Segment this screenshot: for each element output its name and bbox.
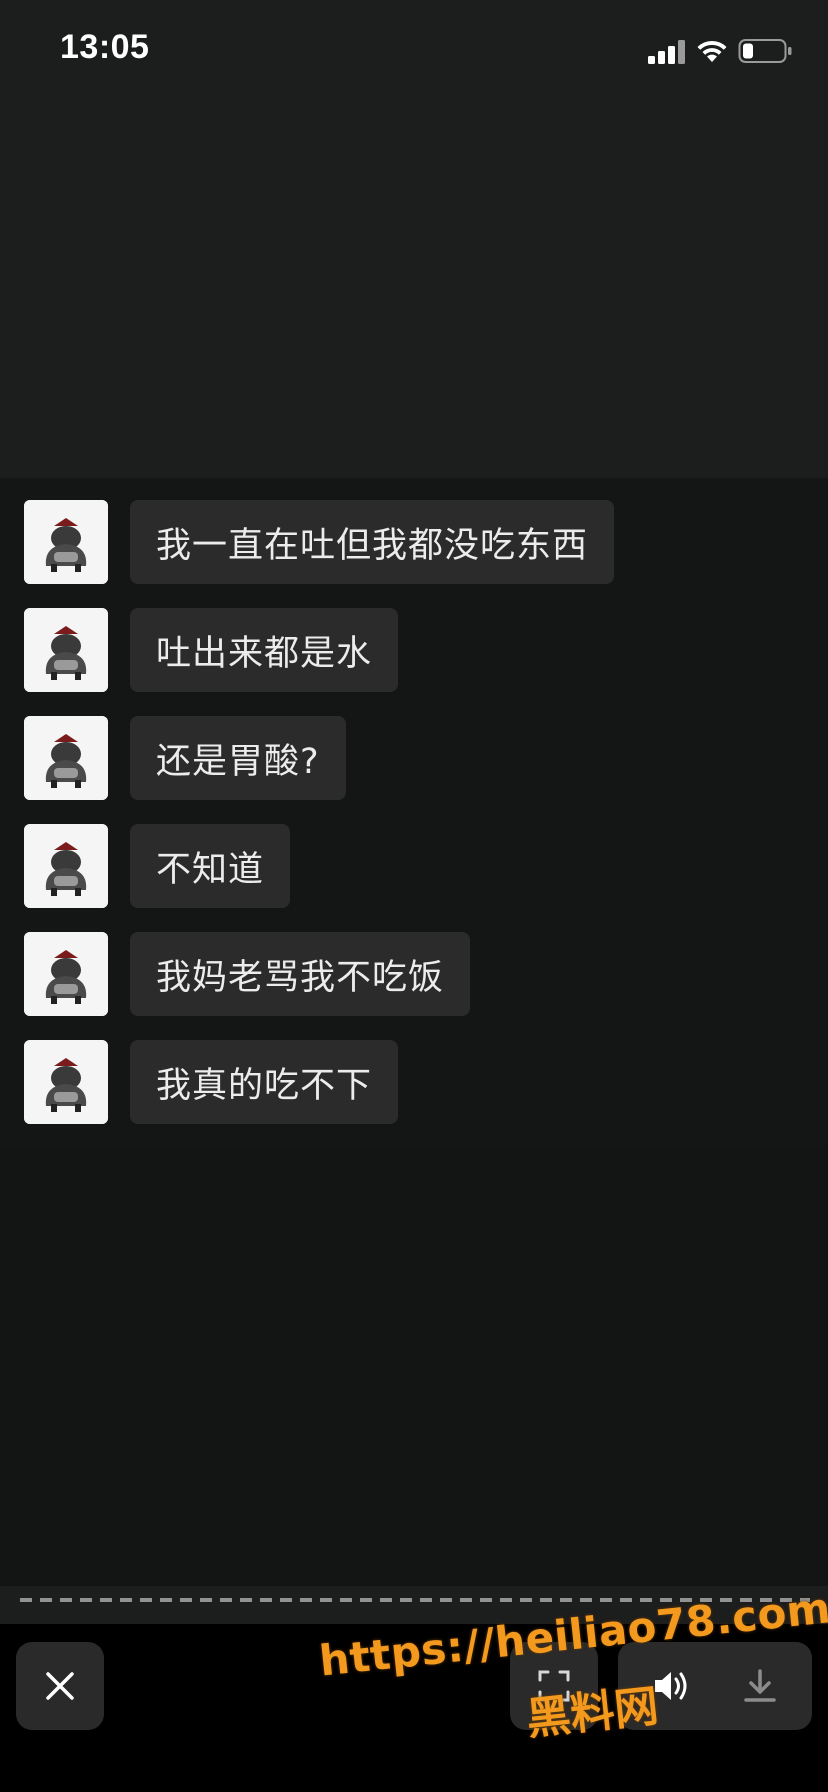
chat-message-row: 我真的吃不下	[24, 1040, 804, 1124]
avatar-image	[24, 500, 108, 584]
media-controls	[618, 1642, 812, 1730]
chat-screenshot: 我一直在吐但我都没吃东西 吐出来都是水 还是胃酸? 不知道 我妈老骂我不吃饭 我…	[0, 478, 828, 1146]
download-icon[interactable]	[740, 1666, 780, 1706]
volume-icon[interactable]	[652, 1668, 692, 1704]
message-bubble: 我妈老骂我不吃饭	[130, 932, 471, 1016]
bottom-toolbar	[0, 1624, 828, 1792]
chat-message-row: 吐出来都是水	[24, 608, 804, 692]
avatar-image	[24, 824, 108, 908]
status-bar: 13:05	[0, 0, 828, 100]
avatar	[24, 932, 108, 1016]
scan-icon	[538, 1670, 570, 1702]
video-bottom-area	[0, 1146, 828, 1586]
close-button[interactable]	[16, 1642, 104, 1730]
chat-message-row: 还是胃酸?	[24, 716, 804, 800]
chat-message-row: 我一直在吐但我都没吃东西	[24, 500, 804, 584]
message-bubble: 还是胃酸?	[130, 716, 346, 800]
chat-message-row: 不知道	[24, 824, 804, 908]
avatar-image	[24, 932, 108, 1016]
message-bubble: 不知道	[130, 824, 291, 908]
avatar	[24, 500, 108, 584]
message-bubble: 我一直在吐但我都没吃东西	[130, 500, 615, 584]
message-bubble: 吐出来都是水	[130, 608, 399, 692]
chat-message-row: 我妈老骂我不吃饭	[24, 932, 804, 1016]
avatar-image	[24, 1040, 108, 1124]
wifi-icon	[697, 40, 727, 62]
avatar-image	[24, 608, 108, 692]
avatar	[24, 716, 108, 800]
avatar	[24, 608, 108, 692]
battery-icon	[738, 39, 792, 63]
status-time: 13:05	[60, 28, 150, 66]
status-icons	[648, 36, 798, 66]
close-icon	[46, 1672, 74, 1700]
message-bubble: 我真的吃不下	[130, 1040, 399, 1124]
avatar	[24, 1040, 108, 1124]
avatar	[24, 824, 108, 908]
video-top-area	[0, 100, 828, 478]
avatar-image	[24, 716, 108, 800]
signal-icon	[648, 40, 685, 64]
video-progress-bar[interactable]	[20, 1598, 810, 1602]
scan-button[interactable]	[510, 1642, 598, 1730]
